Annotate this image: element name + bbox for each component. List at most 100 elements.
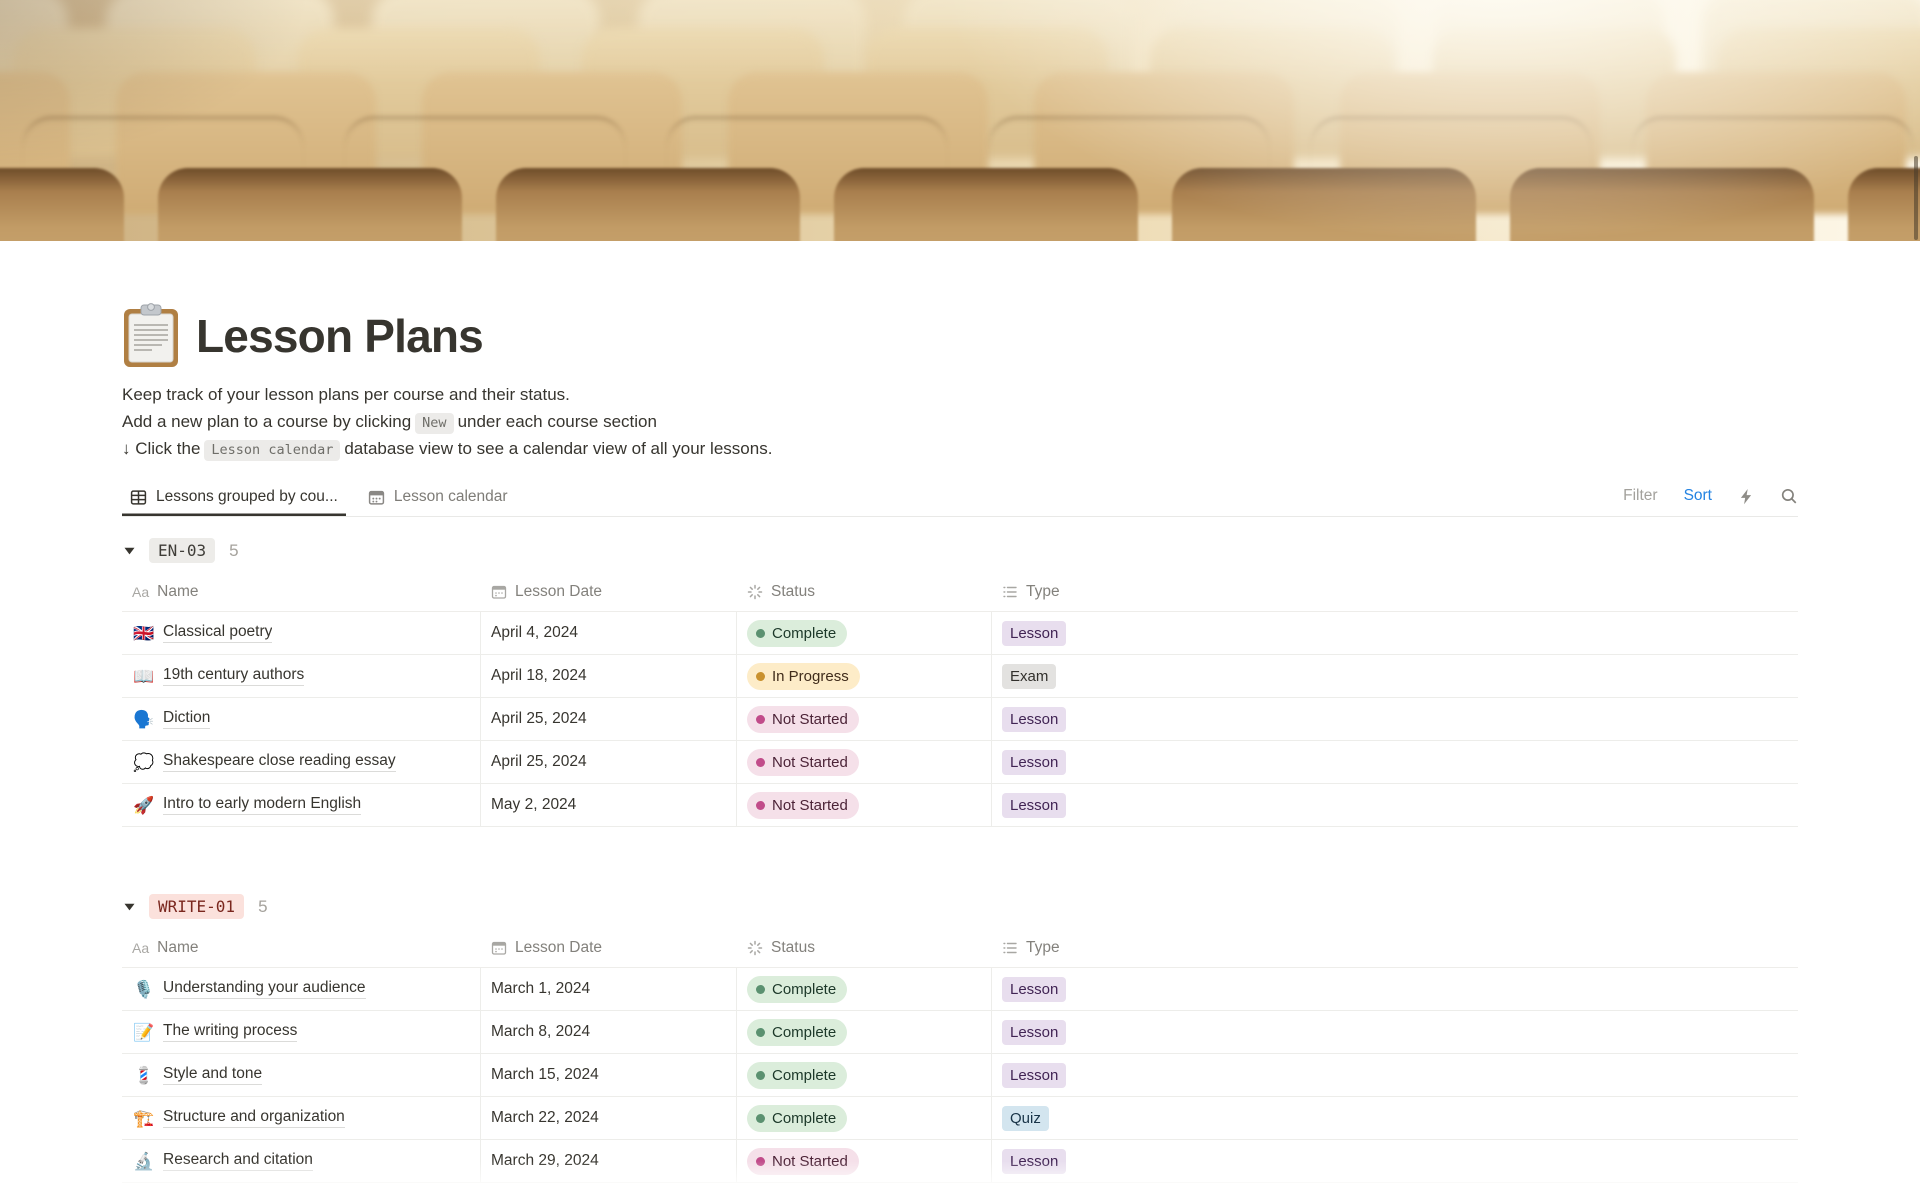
status-badge: Not Started xyxy=(747,748,859,776)
table-row[interactable]: 💈 Style and tone March 15, 2024 Complete … xyxy=(122,1054,1798,1097)
status-label: Complete xyxy=(772,980,837,998)
column-header-type[interactable]: Type xyxy=(992,572,1798,612)
table-row[interactable]: 🚀 Intro to early modern English May 2, 20… xyxy=(122,784,1798,827)
type-cell[interactable]: Quiz xyxy=(992,1097,1798,1139)
status-cell[interactable]: Complete xyxy=(737,612,992,654)
group-badge[interactable]: EN-03 xyxy=(149,538,216,563)
notion-page: Lesson Plans Keep track of your lesson p… xyxy=(0,0,1920,1199)
name-cell[interactable]: 📝 The writing process xyxy=(122,1011,481,1053)
column-header-name[interactable]: Aa Name xyxy=(122,928,481,968)
type-badge: Lesson xyxy=(1002,749,1067,775)
type-cell[interactable]: Lesson xyxy=(992,698,1798,740)
column-label: Type xyxy=(1026,582,1060,600)
column-header-name[interactable]: Aa Name xyxy=(122,572,481,612)
name-cell[interactable]: 🗣️ Diction xyxy=(122,698,481,740)
row-title-link[interactable]: 19th century authors xyxy=(163,666,305,686)
lesson-date-cell[interactable]: March 1, 2024 xyxy=(481,968,737,1010)
list-icon xyxy=(1003,942,1017,953)
type-cell[interactable]: Lesson xyxy=(992,784,1798,826)
lightning-icon[interactable] xyxy=(1738,488,1754,505)
name-cell[interactable]: 🏗️ Structure and organization xyxy=(122,1097,481,1139)
status-cell[interactable]: Complete xyxy=(737,1054,992,1096)
group-header-en03: EN-03 5 xyxy=(122,529,1798,572)
row-title-link[interactable]: Style and tone xyxy=(163,1065,263,1085)
lesson-date-cell[interactable]: March 22, 2024 xyxy=(481,1097,737,1139)
name-cell[interactable]: 🇬🇧 Classical poetry xyxy=(122,612,481,654)
status-cell[interactable]: Not Started xyxy=(737,784,992,826)
name-cell[interactable]: 💈 Style and tone xyxy=(122,1054,481,1096)
status-cell[interactable]: In Progress xyxy=(737,655,992,697)
column-header-status[interactable]: Status xyxy=(737,928,992,968)
scrollbar-thumb[interactable] xyxy=(1914,156,1918,240)
cover-seat-row xyxy=(0,0,1920,110)
lesson-date-cell[interactable]: May 2, 2024 xyxy=(481,784,737,826)
name-cell[interactable]: 📖 19th century authors xyxy=(122,655,481,697)
row-title-link[interactable]: Diction xyxy=(163,709,211,729)
table-icon xyxy=(130,489,147,505)
type-cell[interactable]: Lesson xyxy=(992,1054,1798,1096)
status-spinner-icon xyxy=(747,584,763,599)
tab-lessons-grouped-by-course[interactable]: Lessons grouped by cou... xyxy=(122,478,346,516)
name-cell[interactable]: 🚀 Intro to early modern English xyxy=(122,784,481,826)
text-icon: Aa xyxy=(132,583,150,600)
calendar-icon xyxy=(491,941,507,955)
type-cell[interactable]: Lesson xyxy=(992,1011,1798,1053)
row-title-link[interactable]: Intro to early modern English xyxy=(163,795,362,815)
tab-label: Lesson calendar xyxy=(393,488,508,505)
table-row[interactable]: 🗣️ Diction April 25, 2024 Not Started Les… xyxy=(122,698,1798,741)
group-toggle-icon[interactable] xyxy=(122,545,137,557)
lesson-date-cell[interactable]: April 18, 2024 xyxy=(481,655,737,697)
type-cell[interactable]: Lesson xyxy=(992,741,1798,783)
type-cell[interactable]: Exam xyxy=(992,655,1798,697)
lesson-date-cell[interactable]: April 4, 2024 xyxy=(481,612,737,654)
type-cell[interactable]: Lesson xyxy=(992,612,1798,654)
lesson-date-cell[interactable]: March 8, 2024 xyxy=(481,1011,737,1053)
text-icon: Aa xyxy=(132,939,150,956)
lesson-date-cell[interactable]: April 25, 2024 xyxy=(481,741,737,783)
name-cell[interactable]: 💭 Shakespeare close reading essay xyxy=(122,741,481,783)
name-cell[interactable]: 🎙️ Understanding your audience xyxy=(122,968,481,1010)
row-title-link[interactable]: The writing process xyxy=(163,1022,298,1042)
table-row[interactable]: 💭 Shakespeare close reading essay April 2… xyxy=(122,741,1798,784)
lesson-date-cell[interactable]: March 15, 2024 xyxy=(481,1054,737,1096)
status-cell[interactable]: Not Started xyxy=(737,698,992,740)
tab-lesson-calendar[interactable]: Lesson calendar xyxy=(360,478,516,516)
status-dot-icon xyxy=(756,757,765,767)
search-icon[interactable] xyxy=(1780,487,1798,505)
status-label: Complete xyxy=(772,1066,837,1084)
lesson-calendar-chip[interactable]: Lesson calendar xyxy=(204,440,341,461)
calendar-icon xyxy=(368,490,384,505)
status-cell[interactable]: Complete xyxy=(737,1011,992,1053)
row-title-link[interactable]: Structure and organization xyxy=(163,1108,345,1128)
table-row[interactable]: 📝 The writing process March 8, 2024 Compl… xyxy=(122,1011,1798,1054)
table-row[interactable]: 🎙️ Understanding your audience March 1, 2… xyxy=(122,968,1798,1011)
group-toggle-icon[interactable] xyxy=(122,901,137,913)
column-header-type[interactable]: Type xyxy=(992,928,1798,968)
status-cell[interactable]: Not Started xyxy=(737,741,992,783)
table-row[interactable]: 🇬🇧 Classical poetry April 4, 2024 Complet… xyxy=(122,612,1798,655)
status-dot-icon xyxy=(756,800,765,810)
status-label: Not Started xyxy=(772,753,848,771)
type-cell[interactable]: Lesson xyxy=(992,968,1798,1010)
status-badge: Complete xyxy=(747,619,848,647)
column-header-status[interactable]: Status xyxy=(737,572,992,612)
lesson-date-cell[interactable]: April 25, 2024 xyxy=(481,698,737,740)
clipboard-page-icon[interactable] xyxy=(122,303,180,369)
status-cell[interactable]: Complete xyxy=(737,1097,992,1139)
cover-seat-row xyxy=(0,28,1920,158)
row-title-link[interactable]: Shakespeare close reading essay xyxy=(163,752,396,772)
filter-button[interactable]: Filter xyxy=(1623,487,1657,505)
sort-button[interactable]: Sort xyxy=(1684,487,1712,505)
page-title[interactable]: Lesson Plans xyxy=(196,309,484,363)
column-header-lesson-date[interactable]: Lesson Date xyxy=(481,928,737,968)
table-row[interactable]: 📖 19th century authors April 18, 2024 In … xyxy=(122,655,1798,698)
table-row[interactable]: 🏗️ Structure and organization March 22, 2… xyxy=(122,1097,1798,1140)
row-title-link[interactable]: Understanding your audience xyxy=(163,979,366,999)
memo-icon: 📝 xyxy=(133,1022,155,1042)
status-cell[interactable]: Complete xyxy=(737,968,992,1010)
column-label: Name xyxy=(157,582,199,600)
column-header-lesson-date[interactable]: Lesson Date xyxy=(481,572,737,612)
group-badge[interactable]: WRITE-01 xyxy=(149,894,245,919)
row-title-link[interactable]: Classical poetry xyxy=(163,623,273,643)
status-badge: Complete xyxy=(747,1061,848,1089)
